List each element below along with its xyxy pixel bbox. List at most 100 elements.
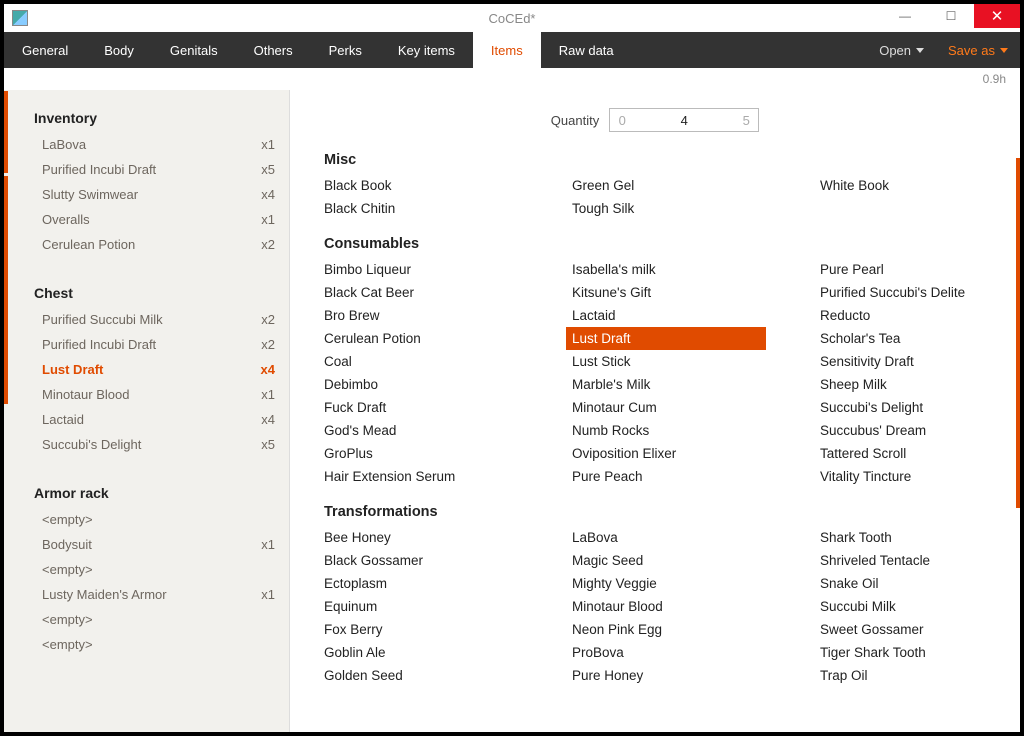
catalog-item[interactable]: Marble's Milk (572, 373, 820, 396)
catalog-item[interactable]: Goblin Ale (324, 641, 572, 664)
catalog-item[interactable]: Neon Pink Egg (572, 618, 820, 641)
inventory-item-qty: x1 (261, 212, 275, 227)
minimize-button[interactable]: — (882, 4, 928, 28)
inventory-item-label: Purified Succubi Milk (42, 312, 261, 327)
close-button[interactable]: ✕ (974, 4, 1020, 28)
catalog-item[interactable]: Minotaur Blood (572, 595, 820, 618)
inventory-item[interactable]: Overallsx1 (4, 207, 289, 232)
tab-others[interactable]: Others (236, 32, 311, 68)
catalog-item[interactable]: Tough Silk (572, 197, 820, 220)
tab-genitals[interactable]: Genitals (152, 32, 236, 68)
tab-body[interactable]: Body (86, 32, 152, 68)
catalog-item[interactable]: Purified Succubi's Delite (820, 281, 1020, 304)
catalog-item[interactable]: ProBova (572, 641, 820, 664)
catalog-item[interactable]: Coal (324, 350, 572, 373)
catalog-item[interactable]: Kitsune's Gift (572, 281, 820, 304)
inventory-item-label: <empty> (42, 562, 275, 577)
inventory-item-qty: x5 (261, 437, 275, 452)
catalog-item[interactable]: Tiger Shark Tooth (820, 641, 1020, 664)
catalog-item[interactable]: Black Book (324, 174, 572, 197)
catalog-item[interactable]: Lust Draft (566, 327, 766, 350)
catalog-item[interactable]: God's Mead (324, 419, 572, 442)
tab-raw-data[interactable]: Raw data (541, 32, 632, 68)
main-panel: Quantity 0 4 5 MiscBlack BookGreen GelWh… (290, 90, 1020, 732)
catalog-item[interactable]: Bro Brew (324, 304, 572, 327)
inventory-item[interactable]: LaBovax1 (4, 132, 289, 157)
catalog-item[interactable]: Succubi's Delight (820, 396, 1020, 419)
catalog-item[interactable]: Sheep Milk (820, 373, 1020, 396)
inventory-item[interactable]: Slutty Swimwearx4 (4, 182, 289, 207)
catalog-item[interactable]: Black Cat Beer (324, 281, 572, 304)
catalog-item[interactable]: Minotaur Cum (572, 396, 820, 419)
tab-perks[interactable]: Perks (311, 32, 380, 68)
inventory-item-qty: x5 (261, 162, 275, 177)
inventory-item[interactable]: <empty> (4, 632, 289, 657)
inventory-item[interactable]: <empty> (4, 607, 289, 632)
catalog-item[interactable]: White Book (820, 174, 1020, 197)
catalog-item[interactable]: Fuck Draft (324, 396, 572, 419)
inventory-item[interactable]: Lust Draftx4 (4, 357, 289, 382)
catalog-item[interactable]: Succubus' Dream (820, 419, 1020, 442)
catalog-item[interactable]: LaBova (572, 526, 820, 549)
tab-items[interactable]: Items (473, 32, 541, 68)
catalog-item[interactable]: Lust Stick (572, 350, 820, 373)
inventory-item[interactable]: <empty> (4, 507, 289, 532)
inventory-item[interactable]: Minotaur Bloodx1 (4, 382, 289, 407)
catalog-item[interactable]: Succubi Milk (820, 595, 1020, 618)
inventory-item[interactable]: Purified Succubi Milkx2 (4, 307, 289, 332)
catalog-item[interactable]: Snake Oil (820, 572, 1020, 595)
maximize-button[interactable]: ☐ (928, 4, 974, 28)
inventory-item[interactable]: Lactaidx4 (4, 407, 289, 432)
catalog-item[interactable]: Sweet Gossamer (820, 618, 1020, 641)
tab-key-items[interactable]: Key items (380, 32, 473, 68)
save-as-menu[interactable]: Save as (936, 43, 1020, 58)
catalog-item[interactable]: Trap Oil (820, 664, 1020, 687)
catalog-item[interactable]: Debimbo (324, 373, 572, 396)
inventory-item[interactable]: Purified Incubi Draftx2 (4, 332, 289, 357)
catalog-section-misc: Misc (324, 152, 1020, 168)
open-menu[interactable]: Open (867, 43, 936, 58)
catalog-item[interactable]: Black Gossamer (324, 549, 572, 572)
catalog-item[interactable]: Isabella's milk (572, 258, 820, 281)
catalog-item[interactable]: GroPlus (324, 442, 572, 465)
catalog-item[interactable]: Sensitivity Draft (820, 350, 1020, 373)
catalog-item[interactable]: Hair Extension Serum (324, 465, 572, 488)
chevron-down-icon (916, 48, 924, 53)
inventory-item[interactable]: <empty> (4, 557, 289, 582)
catalog-item[interactable]: Pure Honey (572, 664, 820, 687)
catalog-item[interactable]: Pure Pearl (820, 258, 1020, 281)
catalog-item[interactable]: Fox Berry (324, 618, 572, 641)
inventory-item[interactable]: Succubi's Delightx5 (4, 432, 289, 457)
catalog-item[interactable]: Black Chitin (324, 197, 572, 220)
inventory-item-label: Purified Incubi Draft (42, 337, 261, 352)
catalog-item[interactable]: Shriveled Tentacle (820, 549, 1020, 572)
catalog-item[interactable]: Magic Seed (572, 549, 820, 572)
inventory-item[interactable]: Lusty Maiden's Armorx1 (4, 582, 289, 607)
catalog-item[interactable]: Cerulean Potion (324, 327, 572, 350)
catalog-item[interactable]: Bimbo Liqueur (324, 258, 572, 281)
inventory-item-qty: x2 (261, 337, 275, 352)
inventory-item[interactable]: Cerulean Potionx2 (4, 232, 289, 257)
catalog-item[interactable]: Tattered Scroll (820, 442, 1020, 465)
quantity-stepper[interactable]: 0 4 5 (609, 108, 759, 132)
catalog-item[interactable]: Scholar's Tea (820, 327, 1020, 350)
catalog-item[interactable]: Shark Tooth (820, 526, 1020, 549)
catalog-item[interactable]: Bee Honey (324, 526, 572, 549)
catalog-section-transformations: Transformations (324, 504, 1020, 520)
catalog-item[interactable]: Ectoplasm (324, 572, 572, 595)
catalog-item[interactable]: Green Gel (572, 174, 820, 197)
catalog-item[interactable]: Golden Seed (324, 664, 572, 687)
inventory-item[interactable]: Purified Incubi Draftx5 (4, 157, 289, 182)
catalog-item[interactable]: Vitality Tincture (820, 465, 1020, 488)
catalog-item[interactable]: Pure Peach (572, 465, 820, 488)
tab-general[interactable]: General (4, 32, 86, 68)
inventory-item[interactable]: Bodysuitx1 (4, 532, 289, 557)
catalog-item[interactable]: Equinum (324, 595, 572, 618)
catalog-item[interactable]: Oviposition Elixer (572, 442, 820, 465)
catalog-item[interactable]: Numb Rocks (572, 419, 820, 442)
catalog-item[interactable]: Mighty Veggie (572, 572, 820, 595)
catalog-section-consumables: Consumables (324, 236, 1020, 252)
catalog-item[interactable]: Lactaid (572, 304, 820, 327)
catalog-item[interactable]: Reducto (820, 304, 1020, 327)
inventory-item-qty: x4 (261, 362, 275, 377)
